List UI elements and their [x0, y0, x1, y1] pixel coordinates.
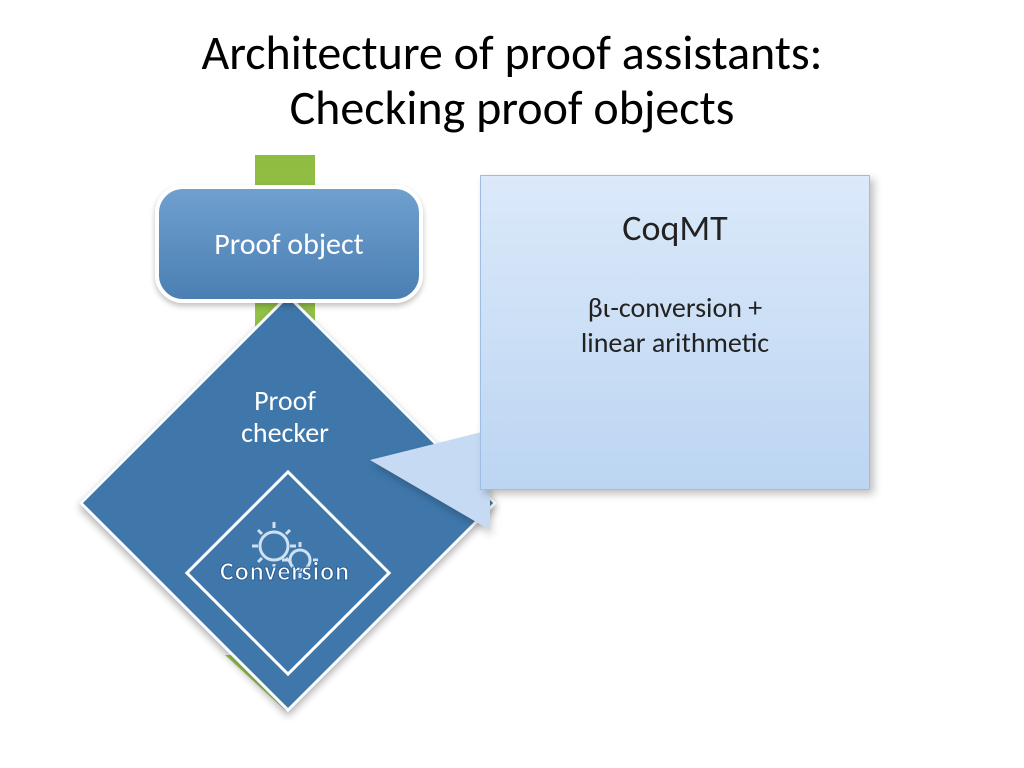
title-line-1: Architecture of proof assistants:: [201, 23, 822, 82]
callout-pointer: [370, 430, 490, 530]
proof-checker-label: Proof checker: [190, 385, 380, 449]
proof-checker-line2: checker: [241, 415, 329, 450]
callout-body: βι-conversion + linear arithmetic: [501, 290, 849, 360]
proof-object-label: Proof object: [214, 226, 363, 263]
proof-object-node: Proof object: [155, 185, 423, 303]
slide: Architecture of proof assistants: Checki…: [0, 0, 1024, 768]
title-line-2: Checking proof objects: [290, 78, 735, 137]
callout-title: CoqMT: [501, 206, 849, 250]
coqmt-callout: CoqMT βι-conversion + linear arithmetic: [480, 175, 870, 490]
callout-body-line2: linear arithmetic: [581, 325, 769, 360]
callout-body-line1: βι-conversion +: [588, 290, 762, 325]
conversion-label: Conversion: [175, 555, 395, 587]
proof-checker-line1: Proof: [254, 383, 316, 418]
slide-title: Architecture of proof assistants: Checki…: [0, 25, 1024, 135]
